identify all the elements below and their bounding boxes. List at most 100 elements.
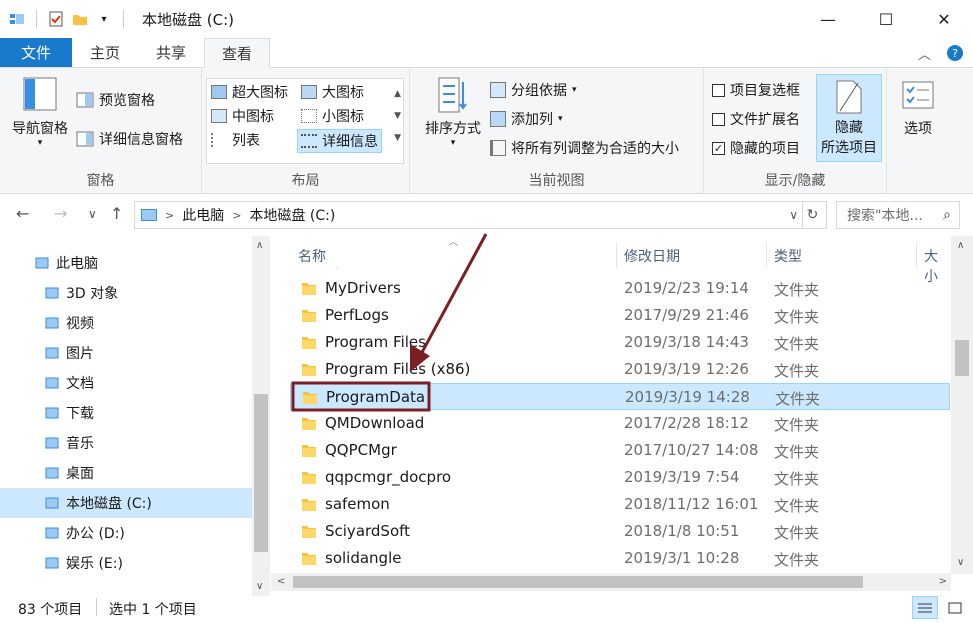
address-bar[interactable]: > 此电脑 > 本地磁盘 (C:) ∨ ↻ [134, 201, 827, 229]
window-title: 本地磁盘 (C:) [142, 10, 234, 29]
address-dropdown-icon[interactable]: ∨ [789, 208, 798, 222]
preview-pane-button[interactable]: 预览窗格 [76, 90, 155, 110]
add-column-button[interactable]: 添加列 ▾ [490, 109, 563, 129]
tree-item-label: 此电脑 [56, 256, 98, 272]
tree-scrollbar[interactable]: ∧ ∨ [252, 236, 270, 596]
large-icons-option[interactable]: 大图标 [301, 82, 364, 102]
column-name[interactable]: 名称 [298, 246, 326, 266]
tree-item[interactable]: 桌面 [0, 458, 252, 488]
tab-share[interactable]: 共享 [138, 38, 204, 67]
file-name: QQPCMgr [325, 441, 397, 459]
horizontal-scrollbar[interactable]: < > [271, 573, 951, 591]
file-row[interactable]: MyDrivers 2019/2/23 19:14 文件夹 [290, 275, 950, 302]
search-input[interactable]: 搜索"本地... ⌕ [836, 201, 960, 229]
recent-locations-icon[interactable]: ∨ [88, 207, 97, 221]
quick-access-toolbar: ▾ 本地磁盘 (C:) [0, 0, 234, 38]
details-view-icon[interactable] [912, 596, 938, 619]
file-type: 文件夹 [774, 470, 820, 488]
group-panes: 导航窗格 ▾ 预览窗格 详细信息窗格 窗格 [0, 68, 202, 194]
file-row[interactable]: PerfLogs 2017/9/29 21:46 文件夹 [290, 302, 950, 329]
file-list-scrollbar[interactable]: ∧ ∨ [951, 236, 973, 574]
help-icon[interactable]: ? [947, 45, 963, 61]
xl-icons-option[interactable]: 超大图标 [211, 82, 288, 102]
column-date-modified[interactable]: 修改日期 [624, 246, 680, 266]
folder-icon [302, 283, 316, 295]
column-header-row: ︿ 名称 修改日期 类型 大小 [290, 236, 950, 285]
maximize-button[interactable]: ☐ [857, 0, 915, 38]
list-icon [211, 133, 227, 147]
up-arrow-icon[interactable]: ↑ [110, 204, 123, 223]
file-row[interactable]: qqpcmgr_docpro 2019/3/19 7:54 文件夹 [290, 464, 950, 491]
folder-icon [302, 553, 316, 565]
file-row[interactable]: ProgramData 2019/3/19 14:28 文件夹 [290, 383, 950, 410]
tree-item[interactable]: 图片 [0, 338, 252, 368]
options-button[interactable]: 选项 [894, 80, 942, 138]
column-type[interactable]: 类型 [774, 246, 802, 266]
tree-item[interactable]: 娱乐 (E:) [0, 548, 252, 578]
tree-item-label: 娱乐 (E:) [66, 556, 123, 572]
minimize-button[interactable]: — [799, 0, 857, 38]
refresh-icon[interactable]: ↻ [802, 202, 822, 228]
tree-item[interactable]: 本地磁盘 (C:) [0, 488, 252, 518]
file-name: MyDrivers [325, 279, 401, 297]
sort-by-icon [438, 77, 467, 113]
medium-icons-option[interactable]: 中图标 [211, 106, 274, 126]
forward-arrow-icon[interactable]: → [54, 204, 67, 223]
tab-home[interactable]: 主页 [72, 38, 138, 67]
details-pane-button[interactable]: 详细信息窗格 [76, 129, 183, 149]
file-row[interactable]: QMDownload 2017/2/28 18:12 文件夹 [290, 410, 950, 437]
hide-selected-icon [836, 80, 862, 114]
explorer-icon [8, 10, 26, 28]
large-icons-view-icon[interactable] [942, 596, 968, 619]
file-row[interactable]: Program Files (x86) 2019/3/19 12:26 文件夹 [290, 356, 950, 383]
tree-item[interactable]: 视频 [0, 308, 252, 338]
file-row[interactable]: solidangle 2019/3/1 10:28 文件夹 [290, 545, 950, 572]
file-row[interactable]: QQPCMgr 2017/10/27 14:08 文件夹 [290, 437, 950, 464]
size-all-columns-button[interactable]: 将所有列调整为合适的大小 [490, 138, 679, 158]
folder-icon [302, 526, 316, 538]
properties-icon[interactable] [47, 10, 65, 28]
documents-icon [44, 375, 60, 391]
file-row[interactable]: SciyardSoft 2018/1/8 10:51 文件夹 [290, 518, 950, 545]
back-arrow-icon[interactable]: ← [16, 204, 29, 223]
close-button[interactable]: ✕ [915, 0, 973, 38]
new-folder-icon[interactable] [71, 10, 89, 28]
file-date: 2018/1/8 10:51 [624, 522, 740, 540]
checkbox[interactable] [712, 83, 725, 97]
details-option[interactable]: 详细信息 [297, 129, 382, 153]
search-icon[interactable]: ⌕ [943, 207, 951, 223]
breadcrumb-drive-c[interactable]: 本地磁盘 (C:) [249, 205, 335, 225]
group-by-button[interactable]: 分组依据 ▾ [490, 80, 577, 100]
file-extensions-toggle[interactable]: 文件扩展名 [712, 109, 800, 129]
tree-item[interactable]: 3D 对象 [0, 278, 252, 308]
file-date: 2019/3/19 7:54 [624, 468, 740, 486]
checkbox[interactable]: ✓ [712, 141, 725, 155]
file-name: Program Files (x86) [325, 360, 471, 378]
list-option[interactable]: 列表 [211, 130, 260, 150]
group-label-panes: 窗格 [86, 173, 115, 189]
tree-item[interactable]: 此电脑 [0, 248, 252, 278]
options-icon [902, 81, 934, 109]
tree-item-label: 图片 [66, 346, 94, 362]
tab-file[interactable]: 文件 [0, 38, 72, 67]
item-checkboxes-toggle[interactable]: 项目复选框 [712, 80, 800, 100]
file-row[interactable]: safemon 2018/11/12 16:01 文件夹 [290, 491, 950, 518]
nav-pane-button[interactable]: 导航窗格 ▾ [8, 76, 72, 148]
tree-item[interactable]: 办公 (D:) [0, 518, 252, 548]
file-row[interactable]: Program Files 2019/3/18 14:43 文件夹 [290, 329, 950, 356]
customize-dropdown-icon[interactable]: ▾ [95, 10, 113, 28]
layout-scroll-arrows[interactable]: ▲ ▼ ▼ [394, 83, 401, 149]
collapse-ribbon-icon[interactable]: ︿ [918, 44, 931, 63]
sort-by-button[interactable]: 排序方式 ▾ [420, 76, 486, 148]
file-name: ProgramData [326, 388, 426, 406]
tab-view[interactable]: 查看 [204, 38, 270, 68]
hidden-items-toggle[interactable]: ✓ 隐藏的项目 [712, 138, 800, 158]
small-icons-option[interactable]: 小图标 [301, 106, 364, 126]
tree-item[interactable]: 音乐 [0, 428, 252, 458]
computer-icon [34, 255, 50, 271]
tree-item[interactable]: 下载 [0, 398, 252, 428]
checkbox[interactable] [712, 112, 725, 126]
tree-item[interactable]: 文档 [0, 368, 252, 398]
breadcrumb-this-pc[interactable]: 此电脑 [182, 205, 224, 225]
hide-selected-items-button[interactable]: 隐藏 所选项目 [816, 74, 882, 162]
